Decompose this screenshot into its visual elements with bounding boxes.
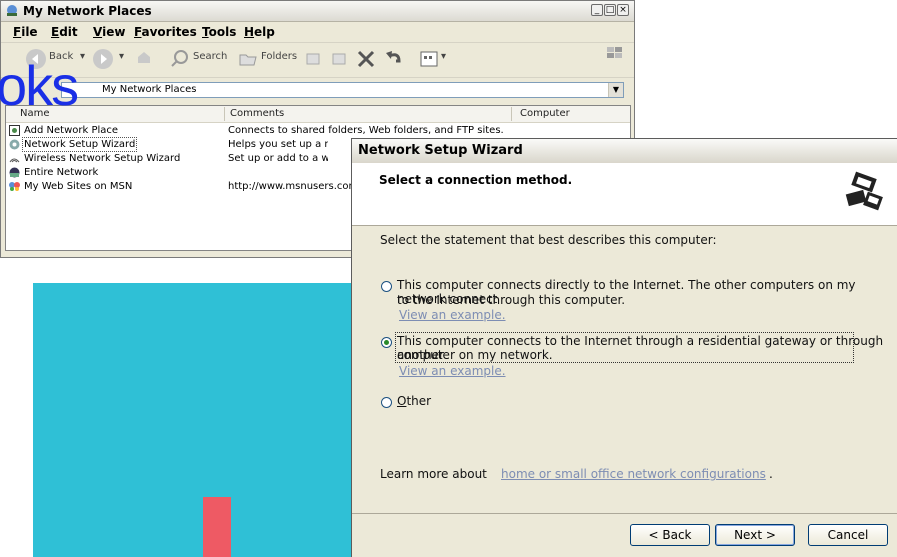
network-setup-wizard-icon bbox=[9, 139, 20, 150]
address-bar: My Network Places ▼ bbox=[1, 79, 634, 101]
list-item-name: Add Network Place bbox=[24, 125, 119, 136]
wireless-network-icon bbox=[9, 158, 20, 163]
maximize-button[interactable]: □ bbox=[604, 4, 616, 16]
folders-button-label[interactable]: Folders bbox=[261, 51, 297, 62]
up-folder-icon[interactable] bbox=[133, 48, 155, 70]
search-button-label[interactable]: Search bbox=[193, 51, 227, 62]
folders-icon[interactable] bbox=[237, 48, 259, 70]
radio-direct-connection[interactable] bbox=[381, 281, 392, 292]
explorer-title-bar[interactable]: My Network Places _ □ × bbox=[1, 1, 634, 22]
entire-network-icon bbox=[9, 167, 20, 178]
forward-dropdown-icon[interactable]: ▾ bbox=[119, 51, 124, 62]
list-item[interactable]: Add Network Place Connects to shared fol… bbox=[6, 124, 630, 138]
view-example-link-2[interactable]: View an example. bbox=[399, 364, 506, 378]
radio-gateway-connection[interactable] bbox=[381, 337, 392, 348]
search-icon[interactable] bbox=[168, 48, 190, 70]
address-input[interactable]: My Network Places ▼ bbox=[61, 82, 624, 98]
toolbar: Back ▾ ▾ Search Folders ▾ bbox=[1, 43, 634, 78]
next-button[interactable]: Next > bbox=[715, 524, 795, 546]
undo-icon[interactable] bbox=[383, 48, 405, 70]
column-header-computer[interactable]: Computer bbox=[520, 108, 570, 119]
back-button[interactable]: < Back bbox=[630, 524, 710, 546]
network-configurations-link[interactable]: home or small office network configurati… bbox=[501, 467, 766, 481]
menu-view[interactable]: View bbox=[93, 25, 125, 39]
move-to-icon[interactable] bbox=[303, 48, 325, 70]
network-computers-icon bbox=[843, 170, 885, 216]
add-network-place-icon bbox=[9, 125, 20, 136]
close-button[interactable]: × bbox=[617, 4, 629, 16]
address-value: My Network Places bbox=[102, 84, 197, 95]
address-dropdown-icon[interactable]: ▼ bbox=[608, 83, 623, 97]
network-setup-wizard-dialog: Network Setup Wizard Select a connection… bbox=[351, 138, 897, 557]
list-item-comment: Set up or add to a wireless ne bbox=[228, 153, 328, 164]
wizard-separator bbox=[352, 513, 897, 514]
column-header-comments[interactable]: Comments bbox=[230, 108, 284, 119]
list-item-comment: http://www.msnusers.com/ bbox=[228, 181, 362, 192]
column-divider[interactable] bbox=[511, 107, 512, 121]
wizard-title: Network Setup Wizard bbox=[358, 143, 523, 158]
radio-other[interactable] bbox=[381, 397, 392, 408]
menu-tools[interactable]: Tools bbox=[202, 25, 236, 39]
column-divider[interactable] bbox=[224, 107, 225, 121]
cancel-button[interactable]: Cancel bbox=[808, 524, 888, 546]
copy-to-icon[interactable] bbox=[329, 48, 351, 70]
list-item-name: Wireless Network Setup Wizard bbox=[24, 153, 181, 164]
delete-icon[interactable] bbox=[355, 48, 377, 70]
wizard-prompt: Select the statement that best describes… bbox=[380, 233, 717, 247]
network-places-icon bbox=[7, 5, 17, 16]
list-item-comment: Connects to shared folders, Web folders,… bbox=[228, 125, 504, 136]
wizard-header: Select a connection method. bbox=[352, 163, 897, 226]
menu-edit[interactable]: Edit bbox=[51, 25, 78, 39]
list-item-name: My Web Sites on MSN bbox=[24, 181, 133, 192]
minimize-button[interactable]: _ bbox=[591, 4, 603, 16]
views-icon[interactable] bbox=[419, 48, 441, 70]
forward-arrow-icon[interactable] bbox=[92, 48, 114, 70]
menu-favorites[interactable]: Favorites bbox=[134, 25, 197, 39]
option-gateway-line2[interactable]: computer on my network. bbox=[397, 348, 553, 362]
wizard-body: Select the statement that best describes… bbox=[352, 226, 897, 516]
option-other[interactable]: Other bbox=[397, 394, 431, 408]
back-dropdown-icon[interactable]: ▾ bbox=[80, 51, 85, 62]
views-dropdown-icon[interactable]: ▾ bbox=[441, 51, 446, 62]
menu-help[interactable]: Help bbox=[244, 25, 275, 39]
list-item-name: Network Setup Wizard bbox=[21, 137, 138, 152]
learn-more-prefix: Learn more about bbox=[380, 467, 487, 481]
learn-more-suffix: . bbox=[769, 467, 773, 481]
menu-bar: File Edit View Favorites Tools Help bbox=[1, 22, 634, 58]
option-direct-line2[interactable]: to the Internet through this computer. bbox=[397, 293, 625, 307]
wizard-title-bar[interactable]: Network Setup Wizard bbox=[352, 139, 897, 164]
overlay-text: oks bbox=[0, 54, 79, 117]
column-header-row: Name Comments Computer bbox=[6, 106, 630, 123]
list-item-name: Entire Network bbox=[24, 167, 99, 178]
explorer-title: My Network Places bbox=[23, 4, 152, 18]
wizard-heading: Select a connection method. bbox=[379, 173, 573, 187]
list-item-comment: Helps you set up a network fo bbox=[228, 139, 328, 150]
menu-file[interactable]: File bbox=[13, 25, 38, 39]
msn-butterfly-icon bbox=[9, 182, 20, 191]
view-example-link-1[interactable]: View an example. bbox=[399, 308, 506, 322]
